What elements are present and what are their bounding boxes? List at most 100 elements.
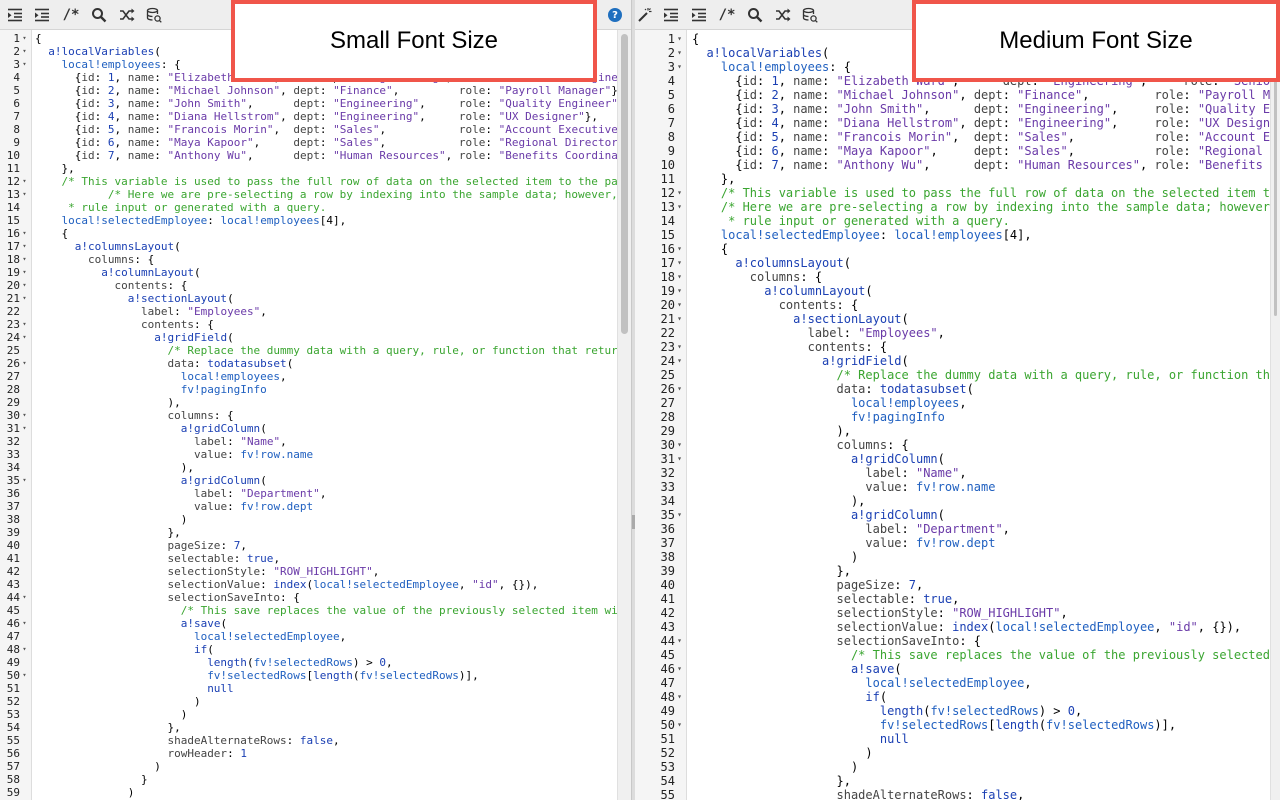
fold-toggle-icon[interactable]: ▾ <box>20 45 29 58</box>
search-icon[interactable] <box>90 6 108 24</box>
fold-toggle-icon[interactable]: ▾ <box>675 60 684 74</box>
expression-db-icon[interactable] <box>145 6 163 24</box>
shuffle-icon[interactable] <box>774 6 792 24</box>
fold-toggle-icon[interactable]: ▾ <box>675 200 684 214</box>
fold-toggle-icon[interactable]: ▾ <box>675 256 684 270</box>
keyword-token: contents <box>141 318 194 331</box>
line-number-value: 26 <box>661 382 675 396</box>
fold-toggle-icon[interactable]: ▾ <box>675 242 684 256</box>
fold-toggle-icon[interactable]: ▾ <box>20 292 29 305</box>
fold-toggle-icon[interactable]: ▾ <box>20 617 29 630</box>
line-number-value: 4 <box>668 74 675 88</box>
fold-toggle-icon[interactable]: ▾ <box>675 186 684 200</box>
fold-toggle-icon[interactable]: ▾ <box>20 175 29 188</box>
code-line: a!gridColumn( <box>692 452 1270 466</box>
auto-indent-icon[interactable] <box>662 6 680 24</box>
fold-toggle-icon[interactable]: ▾ <box>20 188 29 201</box>
fold-toggle-icon[interactable]: ▾ <box>675 354 684 368</box>
fold-toggle-icon[interactable]: ▾ <box>675 438 684 452</box>
fold-toggle-icon[interactable]: ▾ <box>20 474 29 487</box>
punctuation-token: : <box>757 102 771 116</box>
fold-toggle-icon[interactable]: ▾ <box>675 662 684 676</box>
vertical-scrollbar-small[interactable] <box>617 30 631 800</box>
string-token: "Payroll Manager" <box>499 84 612 97</box>
fold-toggle-icon[interactable]: ▾ <box>20 240 29 253</box>
comment-token: /* This save replaces the value of the p… <box>181 604 617 617</box>
line-number: 7 <box>635 116 686 130</box>
fold-toggle-icon[interactable]: ▾ <box>20 409 29 422</box>
code-line: a!save( <box>692 662 1270 676</box>
code-line: } <box>35 773 617 786</box>
code-line: fv!pagingInfo <box>692 410 1270 424</box>
fold-toggle-icon[interactable]: ▾ <box>675 634 684 648</box>
fold-toggle-icon[interactable]: ▾ <box>20 318 29 331</box>
code-line: local!selectedEmployee: local!employees[… <box>692 228 1270 242</box>
vertical-scrollbar-medium[interactable] <box>1270 30 1280 800</box>
fold-toggle-icon[interactable]: ▾ <box>20 58 29 71</box>
fold-toggle-icon[interactable]: ▾ <box>675 284 684 298</box>
variable-token: fv!pagingInfo <box>181 383 267 396</box>
code-line: value: fv!row.dept <box>35 500 617 513</box>
line-number-value: 29 <box>7 396 20 409</box>
code-line: ) <box>692 746 1270 760</box>
keyword-token: dept <box>974 102 1003 116</box>
magic-wand-icon[interactable] <box>636 6 654 24</box>
line-number: 30▾ <box>635 438 686 452</box>
fold-toggle-icon[interactable]: ▾ <box>675 508 684 522</box>
fold-toggle-icon[interactable]: ▾ <box>20 357 29 370</box>
fold-toggle-icon[interactable]: ▾ <box>20 227 29 240</box>
search-icon[interactable] <box>746 6 764 24</box>
code-editor-small[interactable]: { a!localVariables( local!employees: { {… <box>35 30 617 800</box>
auto-indent-icon[interactable] <box>6 6 24 24</box>
punctuation-token: { <box>35 227 68 240</box>
code-line: a!gridField( <box>692 354 1270 368</box>
punctuation-token: , <box>1024 676 1031 690</box>
code-line: if( <box>692 690 1270 704</box>
fold-toggle-icon[interactable]: ▾ <box>20 331 29 344</box>
fold-toggle-icon[interactable]: ▾ <box>675 32 684 46</box>
fold-toggle-icon[interactable]: ▾ <box>20 266 29 279</box>
fold-toggle-icon[interactable]: ▾ <box>675 452 684 466</box>
fold-toggle-icon[interactable]: ▾ <box>20 279 29 292</box>
line-number-value: 3 <box>13 58 20 71</box>
string-token: "Michael Johnson" <box>167 84 280 97</box>
punctuation-token: : <box>154 149 167 162</box>
line-number: 13▾ <box>635 200 686 214</box>
fold-toggle-icon[interactable]: ▾ <box>20 422 29 435</box>
line-number-value: 22 <box>661 326 675 340</box>
punctuation-token: , <box>1111 102 1154 116</box>
fold-toggle-icon[interactable]: ▾ <box>20 643 29 656</box>
expression-db-icon[interactable] <box>801 6 819 24</box>
line-number: 7 <box>0 110 31 123</box>
fold-toggle-icon[interactable]: ▾ <box>675 312 684 326</box>
punctuation-token: ) <box>35 695 201 708</box>
fold-toggle-icon[interactable]: ▾ <box>20 669 29 682</box>
decrease-indent-icon[interactable] <box>690 6 708 24</box>
punctuation-token: ( <box>894 662 901 676</box>
variable-token: fv!row.name <box>916 480 995 494</box>
fold-toggle-icon[interactable]: ▾ <box>675 382 684 396</box>
fold-toggle-icon[interactable]: ▾ <box>675 718 684 732</box>
line-number-gutter-small: 1▾2▾3▾456789101112▾13▾141516▾17▾18▾19▾20… <box>0 30 32 800</box>
function-token: a!gridColumn <box>181 474 260 487</box>
shuffle-icon[interactable] <box>118 6 136 24</box>
fold-toggle-icon[interactable]: ▾ <box>675 270 684 284</box>
punctuation-token: ) <box>35 513 187 526</box>
fold-toggle-icon[interactable]: ▾ <box>675 340 684 354</box>
fold-toggle-icon[interactable]: ▾ <box>675 46 684 60</box>
line-number: 42 <box>635 606 686 620</box>
fold-toggle-icon[interactable]: ▾ <box>20 253 29 266</box>
line-number-value: 31 <box>7 422 20 435</box>
help-icon[interactable]: ? <box>606 6 624 24</box>
fold-toggle-icon[interactable]: ▾ <box>20 591 29 604</box>
fold-toggle-icon[interactable]: ▾ <box>675 690 684 704</box>
comment-icon[interactable]: /* <box>62 6 80 24</box>
code-editor-medium[interactable]: { a!localVariables( local!employees: { {… <box>692 30 1270 800</box>
scrollbar-thumb-small[interactable] <box>621 34 628 334</box>
fold-toggle-icon[interactable]: ▾ <box>20 32 29 45</box>
function-token: a!gridColumn <box>851 452 938 466</box>
fold-toggle-icon[interactable]: ▾ <box>675 298 684 312</box>
decrease-indent-icon[interactable] <box>33 6 51 24</box>
line-number-value: 51 <box>7 682 20 695</box>
comment-icon[interactable]: /* <box>718 6 736 24</box>
